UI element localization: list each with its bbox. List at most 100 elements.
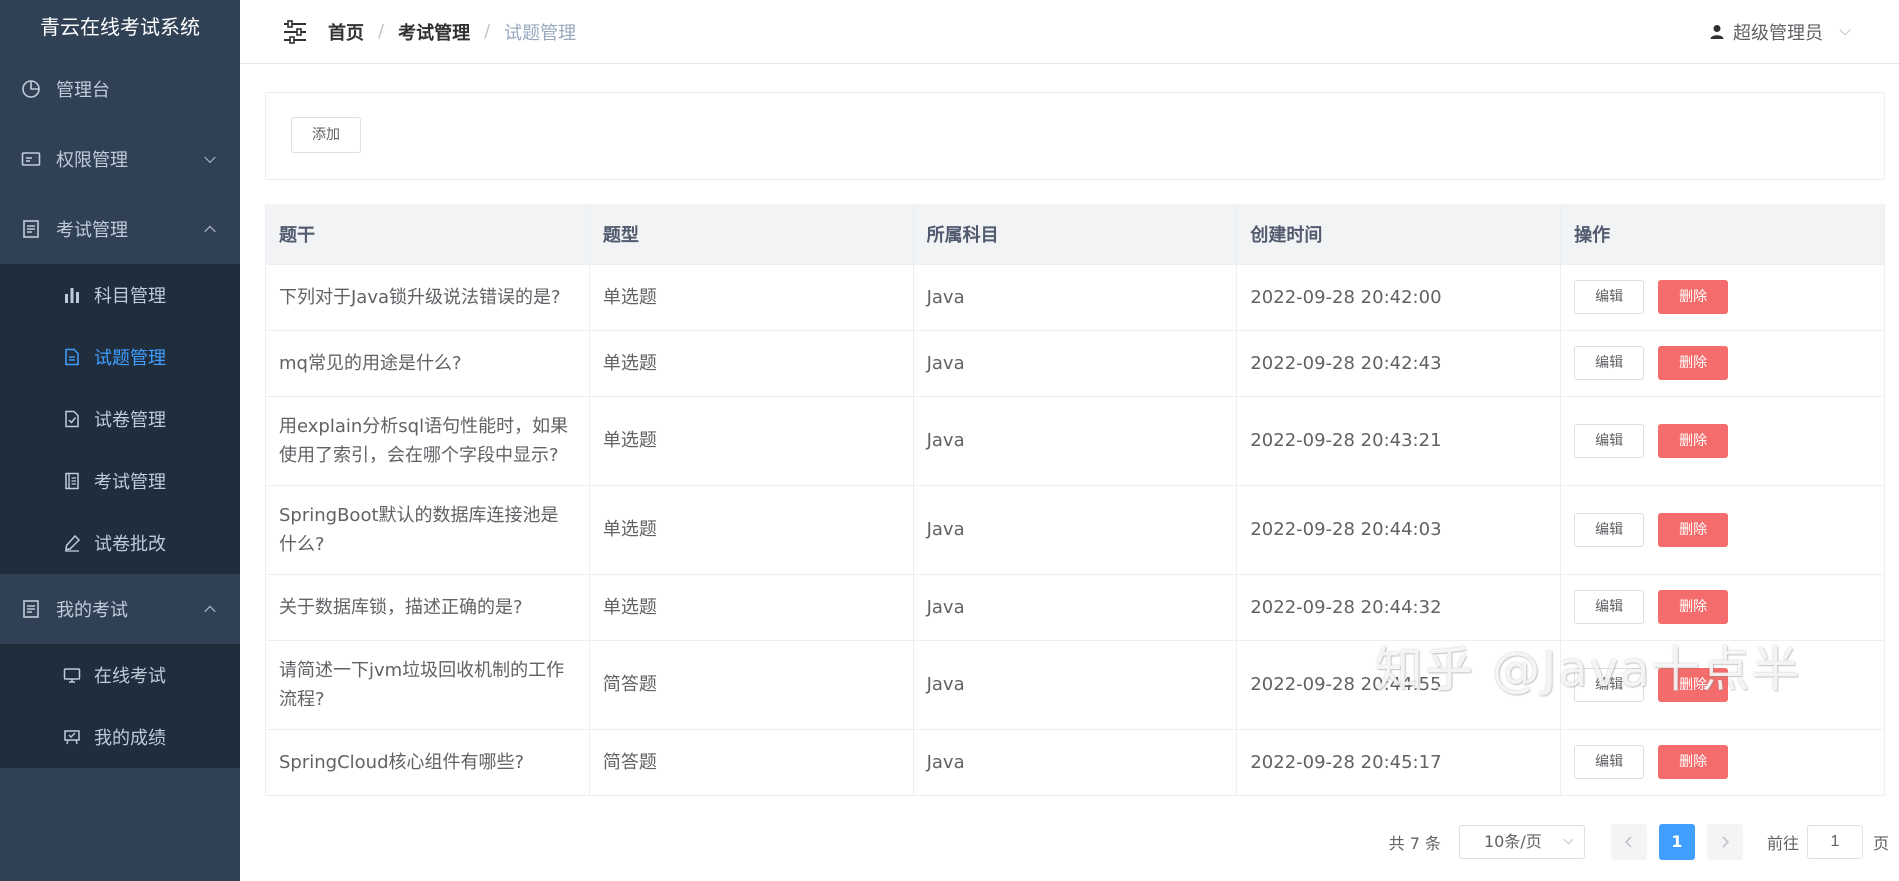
delete-button[interactable]: 删除 — [1658, 280, 1729, 314]
chevron-up-icon — [204, 605, 216, 618]
sidebar-item-label: 考试管理 — [94, 472, 166, 493]
table-header-row: 题干 题型 所属科目 创建时间 操作 — [265, 204, 1885, 265]
edit-button[interactable]: 编辑 — [1574, 590, 1645, 624]
sidebar-item-label: 权限管理 — [56, 150, 128, 171]
cell-actions: 编辑 删除 — [1560, 485, 1885, 575]
app-title: 青云在线考试系统 — [40, 15, 200, 39]
next-page-button[interactable] — [1706, 824, 1743, 860]
file-text-icon — [62, 347, 82, 367]
page-size-select[interactable]: 10条/页 — [1458, 825, 1585, 859]
sidebar-item-exams[interactable]: 考试管理 — [0, 450, 240, 512]
chevron-down-icon — [1563, 834, 1574, 845]
delete-button[interactable]: 删除 — [1658, 423, 1729, 458]
prev-page-button[interactable] — [1610, 824, 1647, 860]
cell-subject: Java — [913, 640, 1238, 730]
sidebar-item-label: 我的考试 — [56, 600, 128, 621]
breadcrumb-exam-management[interactable]: 考试管理 — [398, 19, 470, 45]
goto-label: 前往 — [1766, 834, 1799, 853]
id-card-icon — [20, 148, 42, 170]
table-row: SpringCloud核心组件有哪些? 简答题 Java 2022-09-28 … — [265, 729, 1885, 796]
toolbar-card: 添加 — [265, 92, 1885, 180]
menu-toggle-icon[interactable] — [282, 19, 308, 45]
chevron-up-icon — [204, 225, 216, 238]
page-size-value: 10条/页 — [1483, 832, 1542, 851]
cell-actions: 编辑 删除 — [1560, 330, 1885, 397]
breadcrumb-home[interactable]: 首页 — [328, 19, 364, 45]
document-icon — [20, 218, 42, 240]
cell-type: 单选题 — [589, 264, 914, 331]
goto-page-input[interactable] — [1806, 825, 1863, 859]
column-header-created: 创建时间 — [1236, 204, 1562, 265]
submenu-my-exams: 在线考试 我的成绩 — [0, 644, 240, 768]
trophy-icon — [62, 727, 82, 747]
cell-type: 单选题 — [589, 396, 914, 486]
user-name: 超级管理员 — [1733, 23, 1823, 44]
cell-type: 单选题 — [589, 485, 914, 575]
sidebar-item-permissions[interactable]: 权限管理 — [0, 124, 240, 194]
column-header-stem: 题干 — [265, 204, 590, 265]
edit-button[interactable]: 编辑 — [1574, 280, 1645, 314]
cell-created: 2022-09-28 20:42:00 — [1236, 264, 1562, 331]
delete-button[interactable]: 删除 — [1658, 745, 1729, 779]
table-row: 用explain分析sql语句性能时，如果使用了索引，会在哪个字段中显示? 单选… — [265, 396, 1885, 486]
delete-button[interactable]: 删除 — [1658, 590, 1729, 624]
add-button[interactable]: 添加 — [291, 117, 361, 153]
cell-subject: Java — [913, 485, 1238, 575]
cell-type: 单选题 — [589, 330, 914, 397]
app-root: 青云在线考试系统 管理台 权限管理 考试管理 科目管理 试题管理 试卷管理 考试… — [0, 0, 1899, 881]
sidebar-item-label: 管理台 — [56, 80, 110, 101]
sidebar-item-label: 科目管理 — [94, 286, 166, 307]
table-row: 关于数据库锁，描述正确的是? 单选题 Java 2022-09-28 20:44… — [265, 574, 1885, 641]
pen-icon — [62, 533, 82, 553]
questions-table: 题干 题型 所属科目 创建时间 操作 下列对于Java锁升级说法错误的是? 单选… — [265, 204, 1885, 796]
breadcrumb-current: 试题管理 — [504, 22, 577, 44]
sidebar-item-grading[interactable]: 试卷批改 — [0, 512, 240, 574]
cell-actions: 编辑 删除 — [1560, 264, 1885, 331]
sidebar-item-questions[interactable]: 试题管理 — [0, 326, 240, 388]
cell-stem: 请简述一下jvm垃圾回收机制的工作流程? — [265, 640, 590, 730]
cell-actions: 编辑 删除 — [1560, 574, 1885, 641]
submenu-exam-management: 科目管理 试题管理 试卷管理 考试管理 试卷批改 — [0, 264, 240, 574]
cell-actions: 编辑 删除 — [1560, 729, 1885, 796]
column-header-subject: 所属科目 — [913, 204, 1238, 265]
edit-button[interactable]: 编辑 — [1574, 667, 1645, 702]
sidebar-item-exam-management[interactable]: 考试管理 — [0, 194, 240, 264]
delete-button[interactable]: 删除 — [1658, 667, 1729, 702]
file-check-icon — [62, 409, 82, 429]
sidebar-item-online-exam[interactable]: 在线考试 — [0, 644, 240, 706]
delete-button[interactable]: 删除 — [1658, 346, 1729, 380]
cell-actions: 编辑 删除 — [1560, 396, 1885, 486]
edit-button[interactable]: 编辑 — [1574, 512, 1645, 547]
pie-chart-icon — [20, 78, 42, 100]
column-header-actions: 操作 — [1560, 204, 1885, 265]
sidebar-item-papers[interactable]: 试卷管理 — [0, 388, 240, 450]
edit-button[interactable]: 编辑 — [1574, 346, 1645, 380]
cell-subject: Java — [913, 729, 1238, 796]
cell-created: 2022-09-28 20:44:03 — [1236, 485, 1562, 575]
delete-button[interactable]: 删除 — [1658, 512, 1729, 547]
user-dropdown[interactable]: 超级管理员 — [1709, 0, 1851, 64]
sidebar-item-label: 考试管理 — [56, 220, 128, 241]
edit-button[interactable]: 编辑 — [1574, 745, 1645, 779]
pagination: 共 7 条 10条/页 1 前往 页 — [1389, 824, 1889, 860]
cell-subject: Java — [913, 396, 1238, 486]
notebook-icon — [62, 471, 82, 491]
cell-stem: SpringBoot默认的数据库连接池是什么? — [265, 485, 590, 575]
table-row: 请简述一下jvm垃圾回收机制的工作流程? 简答题 Java 2022-09-28… — [265, 640, 1885, 730]
bar-chart-icon — [62, 285, 82, 305]
edit-button[interactable]: 编辑 — [1574, 423, 1645, 458]
cell-type: 简答题 — [589, 640, 914, 730]
sidebar-item-my-scores[interactable]: 我的成绩 — [0, 706, 240, 768]
cell-stem: 用explain分析sql语句性能时，如果使用了索引，会在哪个字段中显示? — [265, 396, 590, 486]
sidebar-item-subjects[interactable]: 科目管理 — [0, 264, 240, 326]
column-header-type: 题型 — [589, 204, 914, 265]
cell-stem: SpringCloud核心组件有哪些? — [265, 729, 590, 796]
chevron-right-icon — [1722, 836, 1730, 848]
sidebar-item-my-exams[interactable]: 我的考试 — [0, 574, 240, 644]
sidebar-item-dashboard[interactable]: 管理台 — [0, 54, 240, 124]
chevron-down-icon — [1839, 24, 1851, 36]
cell-created: 2022-09-28 20:42:43 — [1236, 330, 1562, 397]
cell-type: 单选题 — [589, 574, 914, 641]
sidebar-item-label: 试题管理 — [94, 348, 166, 369]
page-number-current[interactable]: 1 — [1658, 824, 1695, 860]
